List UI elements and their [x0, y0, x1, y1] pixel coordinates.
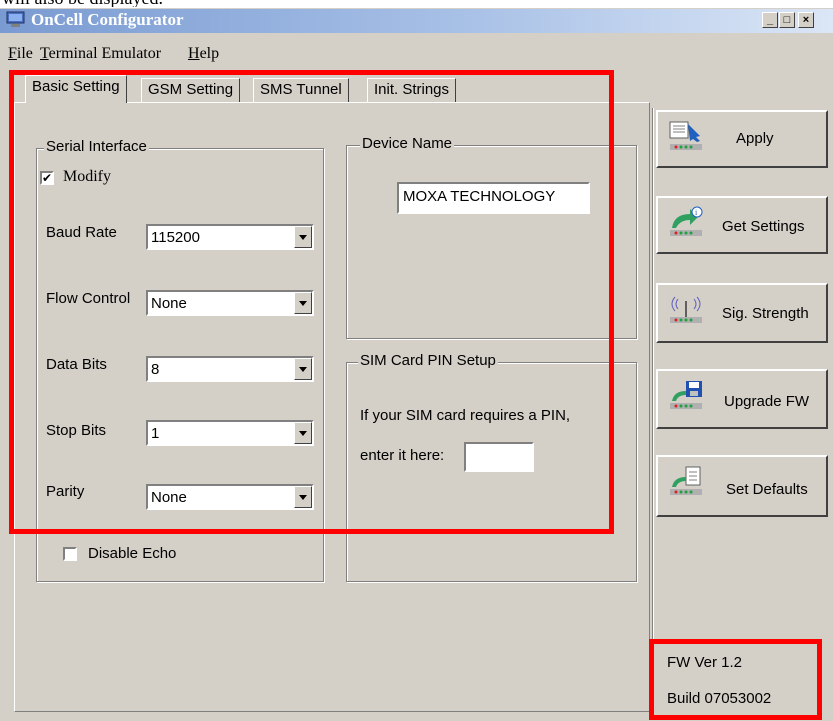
upgrade-fw-label: Upgrade FW: [724, 393, 810, 410]
sim-pin-instruction: If your SIM card requires a PIN,: [360, 407, 571, 424]
tab-init-strings[interactable]: Init. Strings: [367, 78, 457, 102]
device-name-group: [346, 145, 637, 339]
flow-control-label: Flow Control: [46, 290, 131, 307]
sim-pin-prompt: enter it here:: [360, 447, 445, 464]
sim-pin-group: [346, 362, 637, 582]
stop-bits-label: Stop Bits: [46, 422, 107, 439]
chevron-down-icon[interactable]: [294, 422, 312, 444]
baud-rate-select[interactable]: 115200: [146, 224, 314, 250]
sim-pin-title: SIM Card PIN Setup: [358, 352, 498, 369]
sig-strength-button[interactable]: Sig. Strength: [656, 283, 828, 343]
modify-checkbox[interactable]: ✔: [40, 171, 54, 185]
tab-basic-setting[interactable]: Basic Setting: [25, 75, 127, 103]
baud-rate-label: Baud Rate: [46, 224, 117, 241]
flow-control-value: None: [151, 295, 187, 312]
flow-control-select[interactable]: None: [146, 290, 314, 316]
maximize-icon: □: [783, 14, 791, 26]
upgrade-icon: [670, 381, 702, 409]
device-name-value: MOXA TECHNOLOGY: [403, 188, 556, 205]
minimize-button[interactable]: _: [762, 12, 778, 28]
apply-button[interactable]: Apply: [656, 110, 828, 168]
device-name-title: Device Name: [360, 135, 455, 152]
apply-icon: [669, 121, 702, 150]
get-settings-button[interactable]: i Get Settings: [656, 196, 828, 254]
menu-file[interactable]: File: [8, 45, 33, 63]
tab-sms-tunnel[interactable]: SMS Tunnel: [253, 78, 349, 102]
disable-echo-label: Disable Echo: [88, 545, 177, 562]
maximize-button[interactable]: □: [779, 12, 795, 28]
chevron-down-icon[interactable]: [294, 486, 312, 508]
disable-echo-checkbox[interactable]: [63, 547, 77, 561]
stop-bits-value: 1: [151, 425, 160, 442]
data-bits-label: Data Bits: [46, 356, 107, 373]
build-number: Build 07053002: [667, 690, 772, 707]
close-button[interactable]: ×: [798, 12, 814, 28]
baud-rate-value: 115200: [151, 229, 200, 246]
get-settings-label: Get Settings: [722, 218, 805, 235]
apply-label: Apply: [736, 130, 774, 147]
panel-separator: [652, 108, 654, 720]
sig-strength-label: Sig. Strength: [722, 305, 809, 322]
data-bits-value: 8: [151, 361, 160, 378]
chevron-down-icon[interactable]: [294, 358, 312, 380]
stop-bits-select[interactable]: 1: [146, 420, 314, 446]
parity-label: Parity: [46, 483, 85, 500]
parity-value: None: [151, 489, 187, 506]
signal-icon: [670, 296, 702, 323]
app-icon: [6, 11, 25, 27]
minimize-icon: _: [766, 14, 774, 26]
upgrade-fw-button[interactable]: Upgrade FW: [656, 369, 828, 429]
sim-pin-input[interactable]: [464, 442, 534, 472]
check-icon: ✔: [42, 171, 53, 185]
data-bits-select[interactable]: 8: [146, 356, 314, 382]
close-icon: ×: [802, 14, 810, 26]
tab-gsm-setting[interactable]: GSM Setting: [141, 78, 241, 102]
device-name-input[interactable]: MOXA TECHNOLOGY: [397, 182, 590, 214]
get-settings-icon: i: [670, 206, 703, 236]
fw-version: FW Ver 1.2: [667, 654, 743, 671]
parity-select[interactable]: None: [146, 484, 314, 510]
serial-interface-title: Serial Interface: [44, 138, 149, 155]
menu-terminal-emulator[interactable]: Terminal Emulator: [40, 45, 161, 63]
window-title: OnCell Configurator: [31, 10, 184, 29]
chevron-down-icon[interactable]: [294, 292, 312, 314]
set-defaults-icon: [670, 466, 702, 495]
menu-help[interactable]: Help: [188, 45, 219, 63]
set-defaults-label: Set Defaults: [726, 481, 808, 498]
chevron-down-icon[interactable]: [294, 226, 312, 248]
set-defaults-button[interactable]: Set Defaults: [656, 455, 828, 517]
modify-label: Modify: [63, 168, 111, 185]
